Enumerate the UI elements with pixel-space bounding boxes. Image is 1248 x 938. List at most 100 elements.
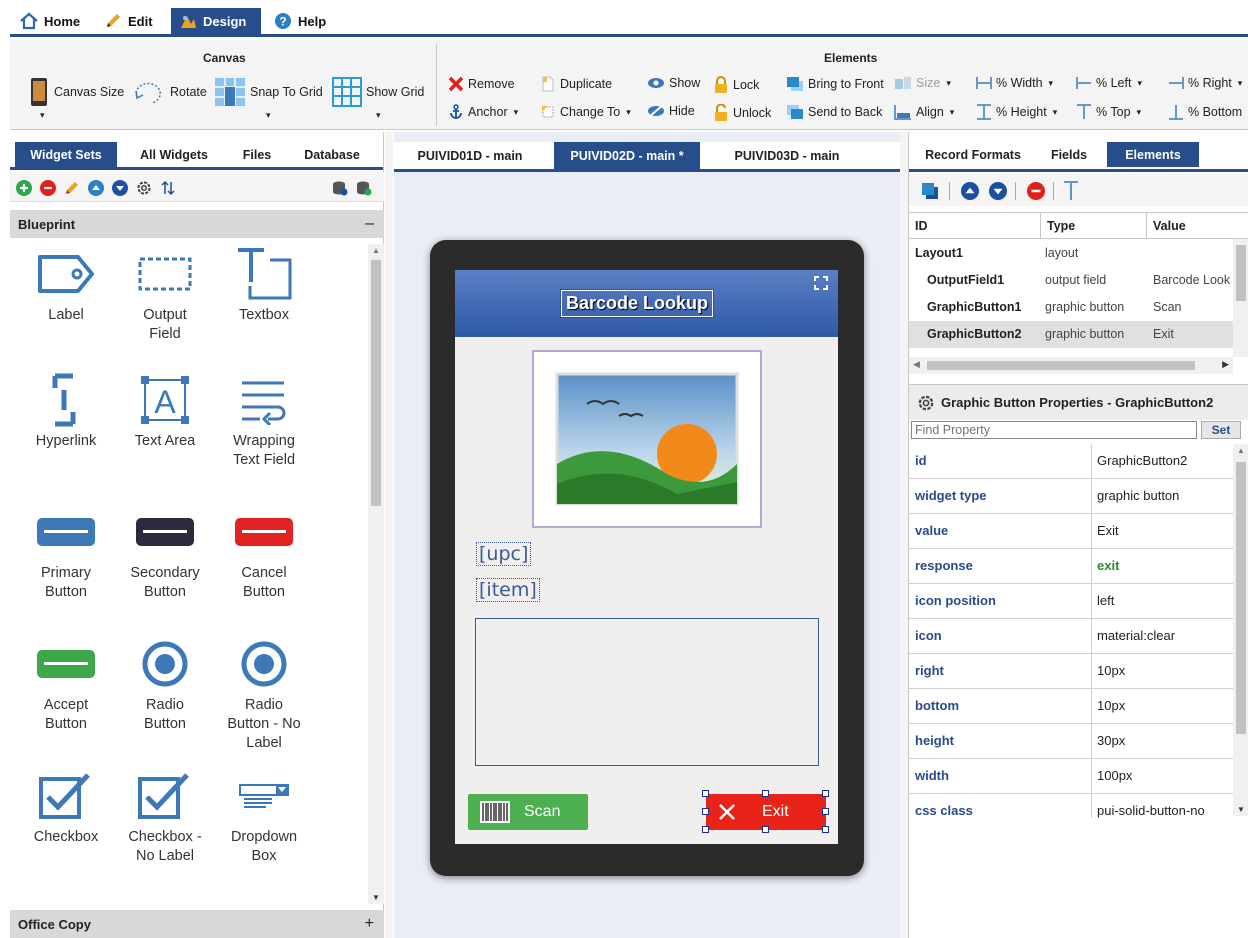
menu-home[interactable]: Home bbox=[12, 8, 88, 34]
property-value[interactable]: GraphicButton2 bbox=[1097, 453, 1187, 468]
table-row[interactable]: GraphicButton1 graphic button Scan bbox=[909, 294, 1233, 321]
col-header-id[interactable]: ID bbox=[909, 213, 1041, 239]
property-value[interactable]: 30px bbox=[1097, 733, 1125, 748]
tab-puivid01d[interactable]: PUIVID01D - main bbox=[400, 142, 540, 169]
find-property-input[interactable] bbox=[911, 421, 1197, 439]
show-grid-button[interactable]: Show Grid bbox=[332, 77, 424, 107]
property-value[interactable]: Exit bbox=[1097, 523, 1119, 538]
database-export-icon[interactable] bbox=[332, 180, 348, 196]
property-row[interactable]: width 100px bbox=[909, 759, 1233, 794]
item-field[interactable]: [item] bbox=[476, 578, 540, 602]
add-icon[interactable] bbox=[16, 180, 32, 196]
property-value[interactable]: 10px bbox=[1097, 698, 1125, 713]
settings-gear-icon[interactable] bbox=[136, 180, 152, 196]
scrollbar-thumb[interactable] bbox=[1236, 462, 1246, 734]
canvas-size-button[interactable]: Canvas Size bbox=[28, 77, 124, 107]
property-value[interactable]: graphic button bbox=[1097, 488, 1179, 503]
height-align-icon[interactable] bbox=[1063, 180, 1079, 200]
scroll-up-arrow[interactable]: ▲ bbox=[372, 246, 380, 255]
property-row[interactable]: response exit bbox=[909, 549, 1233, 584]
widget-radio-button[interactable]: Radio Button bbox=[115, 636, 215, 734]
move-down-icon[interactable] bbox=[989, 182, 1007, 200]
screen-title[interactable]: Barcode Lookup bbox=[559, 289, 715, 318]
scroll-down-arrow[interactable]: ▼ bbox=[1237, 805, 1245, 814]
layers-icon[interactable] bbox=[921, 182, 939, 200]
widget-cancel-button[interactable]: Cancel Button bbox=[214, 504, 314, 602]
tab-puivid03d[interactable]: PUIVID03D - main bbox=[714, 142, 860, 169]
widget-output-field[interactable]: Output Field bbox=[115, 246, 215, 344]
pct-top-dropdown[interactable]: % Top ▾ bbox=[1076, 104, 1141, 120]
tab-widget-sets[interactable]: Widget Sets bbox=[15, 142, 117, 167]
lock-button[interactable]: Lock bbox=[713, 76, 759, 94]
rotate-button[interactable]: Rotate bbox=[132, 77, 207, 107]
snap-to-grid-button[interactable]: Snap To Grid bbox=[214, 77, 323, 107]
move-up-icon[interactable] bbox=[961, 182, 979, 200]
align-dropdown[interactable]: Align ▾ bbox=[894, 104, 954, 120]
resize-handle-ne[interactable] bbox=[822, 790, 829, 797]
property-row[interactable]: bottom 10px bbox=[909, 689, 1233, 724]
snap-to-grid-caret[interactable]: ▾ bbox=[266, 110, 271, 121]
table-row[interactable]: OutputField1 output field Barcode Look bbox=[909, 267, 1233, 294]
pct-width-dropdown[interactable]: % Width ▾ bbox=[976, 76, 1053, 90]
set-button[interactable]: Set bbox=[1201, 421, 1241, 439]
property-value[interactable]: left bbox=[1097, 593, 1114, 608]
table-row-selected[interactable]: GraphicButton2 graphic button Exit bbox=[909, 321, 1233, 348]
property-row[interactable]: css class pui-solid-button-no bbox=[909, 794, 1233, 818]
pct-right-dropdown[interactable]: % Right ▾ bbox=[1168, 76, 1242, 90]
widget-dropdown-box[interactable]: Dropdown Box bbox=[214, 768, 314, 866]
upc-field[interactable]: [upc] bbox=[476, 542, 532, 566]
property-value[interactable]: exit bbox=[1097, 558, 1119, 573]
col-header-value[interactable]: Value bbox=[1147, 213, 1248, 239]
sort-icon[interactable] bbox=[160, 180, 176, 196]
tab-record-formats[interactable]: Record Formats bbox=[917, 142, 1029, 167]
widget-scrollbar[interactable]: ▲ ▼ bbox=[368, 244, 384, 904]
resize-handle-n[interactable] bbox=[762, 790, 769, 797]
scroll-left-arrow[interactable]: ◀ bbox=[913, 359, 920, 370]
property-value[interactable]: pui-solid-button-no bbox=[1097, 803, 1205, 818]
resize-handle-w[interactable] bbox=[702, 808, 709, 815]
col-header-type[interactable]: Type bbox=[1041, 213, 1147, 239]
expand-toggle[interactable]: + bbox=[365, 915, 374, 933]
property-row[interactable]: right 10px bbox=[909, 654, 1233, 689]
property-row[interactable]: value Exit bbox=[909, 514, 1233, 549]
property-value[interactable]: 100px bbox=[1097, 768, 1132, 783]
scroll-down-arrow[interactable]: ▼ bbox=[372, 893, 380, 902]
scrollbar-thumb[interactable] bbox=[371, 260, 381, 506]
tab-elements[interactable]: Elements bbox=[1107, 142, 1199, 167]
anchor-dropdown[interactable]: Anchor ▾ bbox=[448, 104, 518, 120]
widget-accept-button[interactable]: Accept Button bbox=[16, 636, 116, 734]
scroll-right-arrow[interactable]: ▶ bbox=[1222, 359, 1229, 370]
office-copy-section-header[interactable]: Office Copy + bbox=[10, 910, 384, 938]
tab-all-widgets[interactable]: All Widgets bbox=[125, 142, 223, 167]
widget-label[interactable]: Label bbox=[16, 246, 116, 325]
resize-handle-nw[interactable] bbox=[702, 790, 709, 797]
widget-secondary-button[interactable]: Secondary Button bbox=[115, 504, 215, 602]
tab-database[interactable]: Database bbox=[294, 142, 370, 167]
move-up-icon[interactable] bbox=[88, 180, 104, 196]
database-import-icon[interactable] bbox=[356, 180, 372, 196]
property-value[interactable]: material:clear bbox=[1097, 628, 1175, 643]
property-value[interactable]: 10px bbox=[1097, 663, 1125, 678]
resize-handle-sw[interactable] bbox=[702, 826, 709, 833]
menu-edit[interactable]: Edit bbox=[96, 8, 161, 34]
tab-fields[interactable]: Fields bbox=[1039, 142, 1099, 167]
landscape-image[interactable] bbox=[532, 350, 762, 528]
delete-icon[interactable] bbox=[1027, 182, 1045, 200]
property-row[interactable]: height 30px bbox=[909, 724, 1233, 759]
unlock-button[interactable]: Unlock bbox=[713, 104, 771, 122]
canvas-size-caret[interactable]: ▾ bbox=[40, 110, 45, 121]
bring-to-front-button[interactable]: Bring to Front bbox=[786, 76, 884, 92]
hide-button[interactable]: Hide bbox=[647, 104, 695, 118]
send-to-back-button[interactable]: Send to Back bbox=[786, 104, 882, 120]
widget-text-area[interactable]: A Text Area bbox=[115, 372, 215, 451]
scrollbar-thumb[interactable] bbox=[927, 361, 1195, 370]
menu-help[interactable]: ? Help bbox=[266, 8, 334, 34]
show-button[interactable]: Show bbox=[647, 76, 700, 90]
resize-handle-se[interactable] bbox=[822, 826, 829, 833]
widget-textbox[interactable]: Textbox bbox=[214, 246, 314, 325]
change-to-dropdown[interactable]: Change To ▾ bbox=[540, 104, 631, 120]
expand-icon[interactable] bbox=[814, 276, 828, 290]
right-splitter[interactable] bbox=[900, 132, 908, 938]
property-row[interactable]: widget type graphic button bbox=[909, 479, 1233, 514]
menu-design[interactable]: Design bbox=[171, 8, 261, 34]
